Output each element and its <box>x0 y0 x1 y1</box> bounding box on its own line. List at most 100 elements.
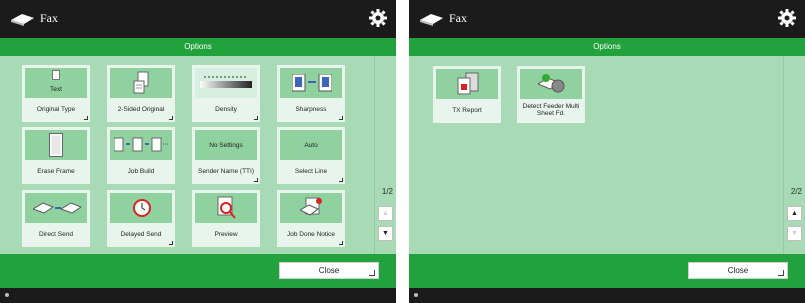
job-build-icon <box>114 137 169 152</box>
fax-icon <box>420 14 443 26</box>
original-type-art: Text <box>25 68 87 98</box>
options-panel: Text Original Type 2-Sided Original Dens… <box>0 56 396 254</box>
tile-label: Preview <box>214 230 238 238</box>
tile-tx-report[interactable]: TX Report <box>433 66 501 123</box>
tx-report-icon <box>457 72 479 95</box>
detect-feeder-art <box>520 69 582 99</box>
corner-arrow-icon <box>778 270 784 276</box>
status-bar <box>0 288 396 303</box>
tile-label: Sharpness <box>295 105 327 113</box>
density-scale-icon <box>200 76 252 88</box>
submenu-arrow-icon <box>254 116 258 120</box>
preview-icon <box>217 196 236 219</box>
tile-job-done-notice[interactable]: Job Done Notice <box>277 190 345 247</box>
sender-name-value: No Settings <box>209 141 243 149</box>
sharpness-icon <box>292 74 332 92</box>
page-scroller: 2/2 ▲ ▼ <box>783 56 805 254</box>
close-button[interactable]: Close <box>279 262 379 279</box>
tile-label: Job Build <box>127 167 155 175</box>
tile-label: Density <box>215 105 237 113</box>
submenu-arrow-icon <box>339 178 343 182</box>
tile-delayed-send[interactable]: Delayed Send <box>107 190 175 247</box>
tile-label: Original Type <box>36 105 76 113</box>
close-button[interactable]: Close <box>688 262 788 279</box>
status-indicator-icon <box>414 293 418 297</box>
2-sided-original-art <box>110 68 172 98</box>
preview-art <box>195 193 257 223</box>
tile-job-build[interactable]: Job Build <box>107 127 175 184</box>
detect-feeder-icon <box>538 74 565 93</box>
corner-arrow-icon <box>369 270 375 276</box>
app-title: Fax <box>449 11 467 25</box>
status-bar <box>409 288 805 303</box>
erase-frame-art <box>25 130 87 160</box>
options-header: Options <box>409 38 805 56</box>
erase-frame-icon <box>49 133 63 157</box>
two-sided-document-icon <box>133 71 149 94</box>
options-panel: TX Report Detect Feeder Multi Sheet Fd. … <box>409 56 805 254</box>
scroll-up-button[interactable]: ▲ <box>378 206 393 221</box>
fax-options-screen-page-2: Fax Options TX Report Detect Feeder Mult… <box>409 0 805 303</box>
scroll-up-button[interactable]: ▲ <box>787 206 802 221</box>
bottom-bar: Close <box>409 254 805 288</box>
tile-label: 2-Sided Original <box>117 105 165 113</box>
status-indicator-icon <box>5 293 9 297</box>
tile-original-type[interactable]: Text Original Type <box>22 65 90 122</box>
tile-2-sided-original[interactable]: 2-Sided Original <box>107 65 175 122</box>
tile-label: Direct Send <box>39 230 73 238</box>
scroll-down-button[interactable]: ▼ <box>787 226 802 241</box>
tx-report-art <box>436 69 498 99</box>
fax-options-screen-page-1: Fax Options Text Original Type 2-Sided O… <box>0 0 396 303</box>
tile-sender-name-tti[interactable]: No Settings Sender Name (TTI) <box>192 127 260 184</box>
job-build-art <box>110 130 172 160</box>
clock-icon <box>133 199 151 217</box>
job-done-notice-icon <box>300 197 322 216</box>
job-done-notice-art <box>280 193 342 223</box>
tile-select-line[interactable]: Auto Select Line <box>277 127 345 184</box>
tile-preview[interactable]: Preview <box>192 190 260 247</box>
density-art <box>195 68 257 98</box>
page-indicator: 2/2 <box>790 187 802 196</box>
tile-label: Select Line <box>294 167 328 175</box>
tile-erase-frame[interactable]: Erase Frame <box>22 127 90 184</box>
fax-icon <box>11 14 34 26</box>
submenu-arrow-icon <box>339 241 343 245</box>
submenu-arrow-icon <box>254 178 258 182</box>
delayed-send-art <box>110 193 172 223</box>
close-button-label: Close <box>727 266 749 275</box>
sender-name-art: No Settings <box>195 130 257 160</box>
app-title: Fax <box>40 11 58 25</box>
submenu-arrow-icon <box>84 116 88 120</box>
options-header: Options <box>0 38 396 56</box>
scroll-down-button[interactable]: ▼ <box>378 226 393 241</box>
direct-send-art <box>25 193 87 223</box>
options-grid: Text Original Type 2-Sided Original Dens… <box>0 56 375 254</box>
close-button-label: Close <box>318 266 340 275</box>
page-indicator: 1/2 <box>381 187 393 196</box>
tile-sharpness[interactable]: Sharpness <box>277 65 345 122</box>
tile-label: Job Done Notice <box>286 230 336 238</box>
bottom-bar: Close <box>0 254 396 288</box>
select-line-art: Auto <box>280 130 342 160</box>
options-grid: TX Report Detect Feeder Multi Sheet Fd. <box>409 56 784 254</box>
top-bar: Fax <box>0 0 396 38</box>
tile-label: Delayed Send <box>120 230 162 238</box>
tile-detect-feeder-multi-sheet-fd[interactable]: Detect Feeder Multi Sheet Fd. <box>517 66 585 123</box>
tile-label: Sender Name (TTI) <box>198 167 254 175</box>
page-scroller: 1/2 ▲ ▼ <box>374 56 396 254</box>
sharpness-art <box>280 68 342 98</box>
original-type-value: Text <box>50 85 62 93</box>
tile-direct-send[interactable]: Direct Send <box>22 190 90 247</box>
tile-density[interactable]: Density <box>192 65 260 122</box>
submenu-arrow-icon <box>169 116 173 120</box>
submenu-arrow-icon <box>169 241 173 245</box>
submenu-arrow-icon <box>339 116 343 120</box>
top-bar: Fax <box>409 0 805 38</box>
gear-icon[interactable] <box>777 8 797 28</box>
gear-icon[interactable] <box>368 8 388 28</box>
direct-send-icon <box>33 202 81 214</box>
tile-label: TX Report <box>452 106 482 114</box>
select-line-value: Auto <box>304 141 318 149</box>
tile-label: Erase Frame <box>37 167 75 175</box>
tile-label: Detect Feeder Multi Sheet Fd. <box>522 103 580 117</box>
